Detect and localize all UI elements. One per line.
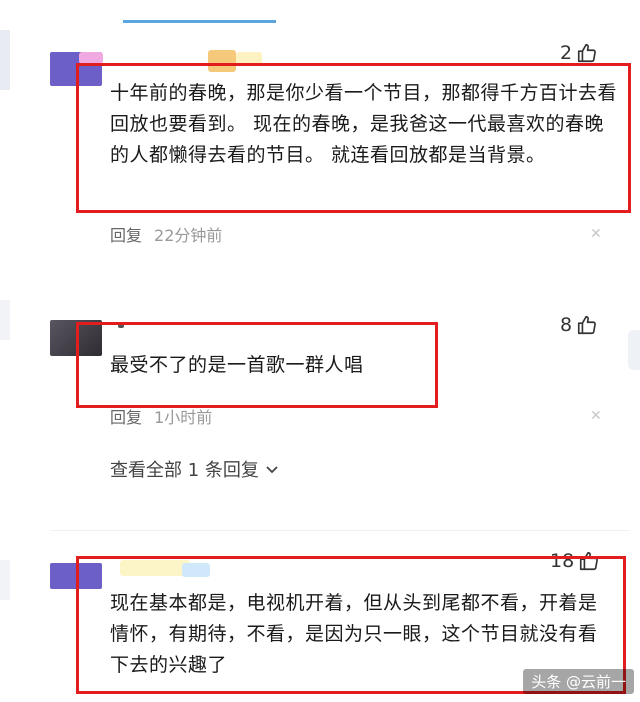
top-divider <box>123 20 276 23</box>
comment-meta: 回复 1小时前 <box>110 404 212 428</box>
reply-button[interactable]: 回复 <box>110 404 142 428</box>
like-count: 8 <box>560 314 573 336</box>
like-button[interactable]: 2 <box>560 42 598 64</box>
comment-text: 最受不了的是一首歌一群人唱 <box>110 354 364 376</box>
comment-text: 十年前的春晚，那是你少看一个节目，那都得千方百计去看回放也要看到。 现在的春晚，… <box>110 82 618 166</box>
watermark: 头条 @云前一 <box>523 669 634 694</box>
like-count: 2 <box>560 42 573 64</box>
comment-time: 22分钟前 <box>154 226 223 245</box>
reply-button[interactable]: 回复 <box>110 222 142 246</box>
like-button[interactable]: 8 <box>560 314 598 336</box>
comment-time: 1小时前 <box>154 408 213 427</box>
left-edge-strip <box>0 560 10 600</box>
thumbs-up-icon <box>578 315 597 335</box>
chevron-down-icon <box>266 466 278 474</box>
divider <box>50 530 630 531</box>
left-edge-strip <box>0 300 10 340</box>
close-icon[interactable]: ✕ <box>590 408 602 424</box>
close-icon[interactable]: ✕ <box>590 226 602 242</box>
left-edge-strip <box>0 30 10 90</box>
comment-text: 现在基本都是，电视机开着，但从头到尾都不看，开着是情怀，有期待，不看，是因为只一… <box>110 592 598 676</box>
thumbs-up-icon <box>578 43 597 63</box>
view-all-replies-button[interactable]: 查看全部 1 条回复 <box>110 456 279 482</box>
comment-meta: 回复 22分钟前 <box>110 222 222 246</box>
right-edge-handle <box>628 330 640 370</box>
view-all-replies-label: 查看全部 1 条回复 <box>110 460 259 481</box>
